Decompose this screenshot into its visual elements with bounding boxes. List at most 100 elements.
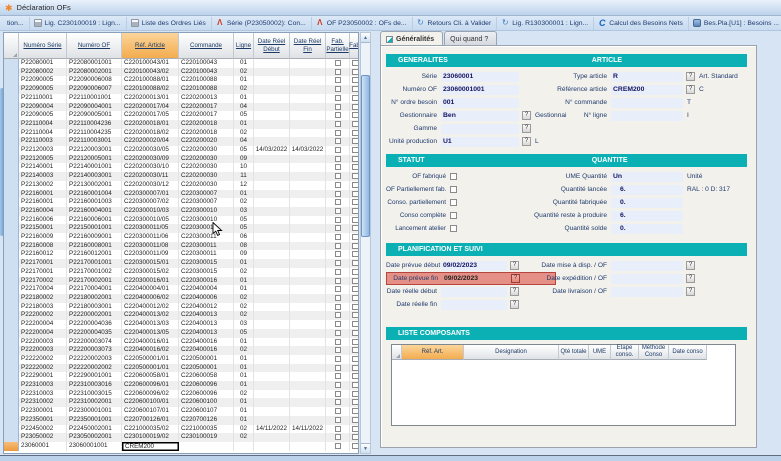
cell-numero-of[interactable]: P22290001001 [67, 372, 122, 381]
cell-commande[interactable]: C220200013 [179, 94, 234, 103]
fab-checkbox-clipped[interactable] [352, 339, 359, 345]
cell-numero-serie[interactable]: P22110004 [19, 129, 67, 138]
fab-checkbox-clipped[interactable] [352, 199, 359, 205]
fab-partielle-checkbox[interactable] [335, 234, 341, 240]
cell-numero-of[interactable]: P23050002001 [67, 433, 122, 442]
cell-ligne[interactable]: 01 [234, 407, 254, 416]
components-header-m-thode-conso[interactable]: Méthode Conso [639, 345, 669, 360]
cell-commande[interactable]: C220100088 [179, 76, 234, 85]
nav-item-calcul-des-besoins-nets[interactable]: CCalcul des Besoins Nets [594, 17, 689, 30]
cell-numero-of[interactable]: P22160012001 [67, 250, 122, 259]
cell-date-reel-fin[interactable] [290, 163, 326, 172]
fab-partielle-checkbox[interactable] [335, 251, 341, 257]
fab-partielle-checkbox[interactable] [335, 312, 341, 318]
cell-numero-serie[interactable]: P22200004 [19, 329, 67, 338]
cell-ref-article[interactable]: C220200030/10 [122, 163, 179, 172]
cell-numero-of[interactable]: P22200003074 [67, 338, 122, 347]
cell-ref-article[interactable]: C220300007/02 [122, 198, 179, 207]
cell-ligne[interactable]: 03 [234, 207, 254, 216]
cell-ligne[interactable]: 02 [234, 68, 254, 77]
cell-commande[interactable]: C220300007 [179, 198, 234, 207]
cell-commande[interactable]: C220200030 [179, 163, 234, 172]
cell-date-reel-debut[interactable] [254, 59, 290, 68]
cell-date-reel-fin[interactable] [290, 364, 326, 373]
components-header-r-f-art[interactable]: Réf. Art. [402, 345, 464, 360]
cell-ref-article[interactable]: C220600107/01 [122, 407, 179, 416]
cell-numero-serie[interactable]: P22160006 [19, 216, 67, 225]
cell-ligne[interactable]: 02 [234, 425, 254, 434]
scroll-up-button[interactable]: ▲ [361, 33, 370, 43]
fab-checkbox-clipped[interactable] [352, 356, 359, 362]
fab-partielle-checkbox[interactable] [335, 208, 341, 214]
row-selector[interactable] [4, 346, 19, 355]
fab-partielle-checkbox[interactable] [335, 147, 341, 153]
cell-date-reel-fin[interactable] [290, 442, 326, 451]
cell-numero-serie[interactable]: P22170001 [19, 268, 67, 277]
cell-date-reel-fin[interactable] [290, 233, 326, 242]
row-selector[interactable] [4, 94, 19, 103]
cell-numero-of[interactable]: P22310002001 [67, 398, 122, 407]
cell-ref-article[interactable]: C220400016/02 [122, 346, 179, 355]
cell-numero-of[interactable]: P22450002001 [67, 425, 122, 434]
row-selector[interactable] [4, 233, 19, 242]
fab-checkbox-clipped[interactable] [352, 60, 359, 66]
help-button[interactable]: ? [686, 287, 695, 296]
field-quantit-fabriqu-e[interactable]: 0. [611, 198, 683, 208]
row-selector[interactable] [4, 155, 19, 164]
cell-date-reel-debut[interactable] [254, 346, 290, 355]
cell-date-reel-fin[interactable] [290, 172, 326, 181]
cell-ligne[interactable]: 01 [234, 338, 254, 347]
cell-ligne[interactable]: 12 [234, 181, 254, 190]
cell-numero-serie[interactable]: P22150001 [19, 224, 67, 233]
checkbox-lancement-atelier[interactable] [450, 225, 457, 232]
cell-date-reel-debut[interactable] [254, 398, 290, 407]
cell-ligne[interactable] [234, 442, 254, 451]
cell-numero-serie[interactable]: P22180003 [19, 303, 67, 312]
cell-numero-serie[interactable]: P22300001 [19, 407, 67, 416]
cell-date-reel-fin[interactable] [290, 338, 326, 347]
cell-numero-of[interactable]: P22110003001 [67, 137, 122, 146]
cell-date-reel-debut[interactable] [254, 285, 290, 294]
cell-date-reel-fin[interactable] [290, 207, 326, 216]
fab-checkbox-clipped[interactable] [352, 147, 359, 153]
cell-commande[interactable]: C220400006 [179, 294, 234, 303]
cell-numero-serie[interactable]: P22120003 [19, 146, 67, 155]
cell-ref-article[interactable]: C220300015/02 [122, 268, 179, 277]
fab-partielle-checkbox[interactable] [335, 286, 341, 292]
row-selector[interactable] [4, 268, 19, 277]
row-selector[interactable] [4, 137, 19, 146]
cell-ligne[interactable]: 01 [234, 277, 254, 286]
nav-item-lig-c230100019-lign[interactable]: Lig. C230100019 : Lign... [30, 17, 127, 30]
field-date-livraison-of[interactable] [611, 287, 683, 297]
cell-numero-of[interactable]: P22170001001 [67, 259, 122, 268]
cell-ref-article[interactable]: C220100088/01 [122, 76, 179, 85]
cell-numero-of[interactable]: P22170004001 [67, 285, 122, 294]
cell-numero-of[interactable]: P22140003001 [67, 172, 122, 181]
cell-ref-article[interactable]: C220300016/01 [122, 277, 179, 286]
cell-date-reel-debut[interactable] [254, 207, 290, 216]
cell-ligne[interactable]: 09 [234, 250, 254, 259]
components-header-date-conso[interactable]: Date conso [669, 345, 707, 360]
row-selector[interactable] [4, 338, 19, 347]
cell-ref-article[interactable]: C220200030/05 [122, 146, 179, 155]
cell-numero-serie[interactable]: P22350001 [19, 416, 67, 425]
cell-numero-of[interactable]: P22150001001 [67, 224, 122, 233]
fab-checkbox-clipped[interactable] [352, 312, 359, 318]
fab-partielle-checkbox[interactable] [335, 408, 341, 414]
cell-commande[interactable]: C220200017 [179, 111, 234, 120]
cell-ref-article[interactable]: C220200030/11 [122, 172, 179, 181]
cell-numero-of[interactable]: P22090004001 [67, 103, 122, 112]
row-selector[interactable] [4, 216, 19, 225]
field-date-pr-vue-fin[interactable]: 09/02/2023 [442, 274, 508, 284]
cell-numero-serie[interactable]: P22310002 [19, 398, 67, 407]
fab-partielle-checkbox[interactable] [335, 69, 341, 75]
cell-ref-article[interactable]: C220300007/01 [122, 190, 179, 199]
cell-ligne[interactable]: 10 [234, 163, 254, 172]
fab-checkbox-clipped[interactable] [352, 365, 359, 371]
row-selector[interactable] [4, 294, 19, 303]
cell-date-reel-debut[interactable] [254, 250, 290, 259]
cell-date-reel-debut[interactable] [254, 338, 290, 347]
row-selector[interactable] [4, 285, 19, 294]
cell-date-reel-debut[interactable] [254, 355, 290, 364]
row-selector[interactable] [4, 59, 19, 68]
